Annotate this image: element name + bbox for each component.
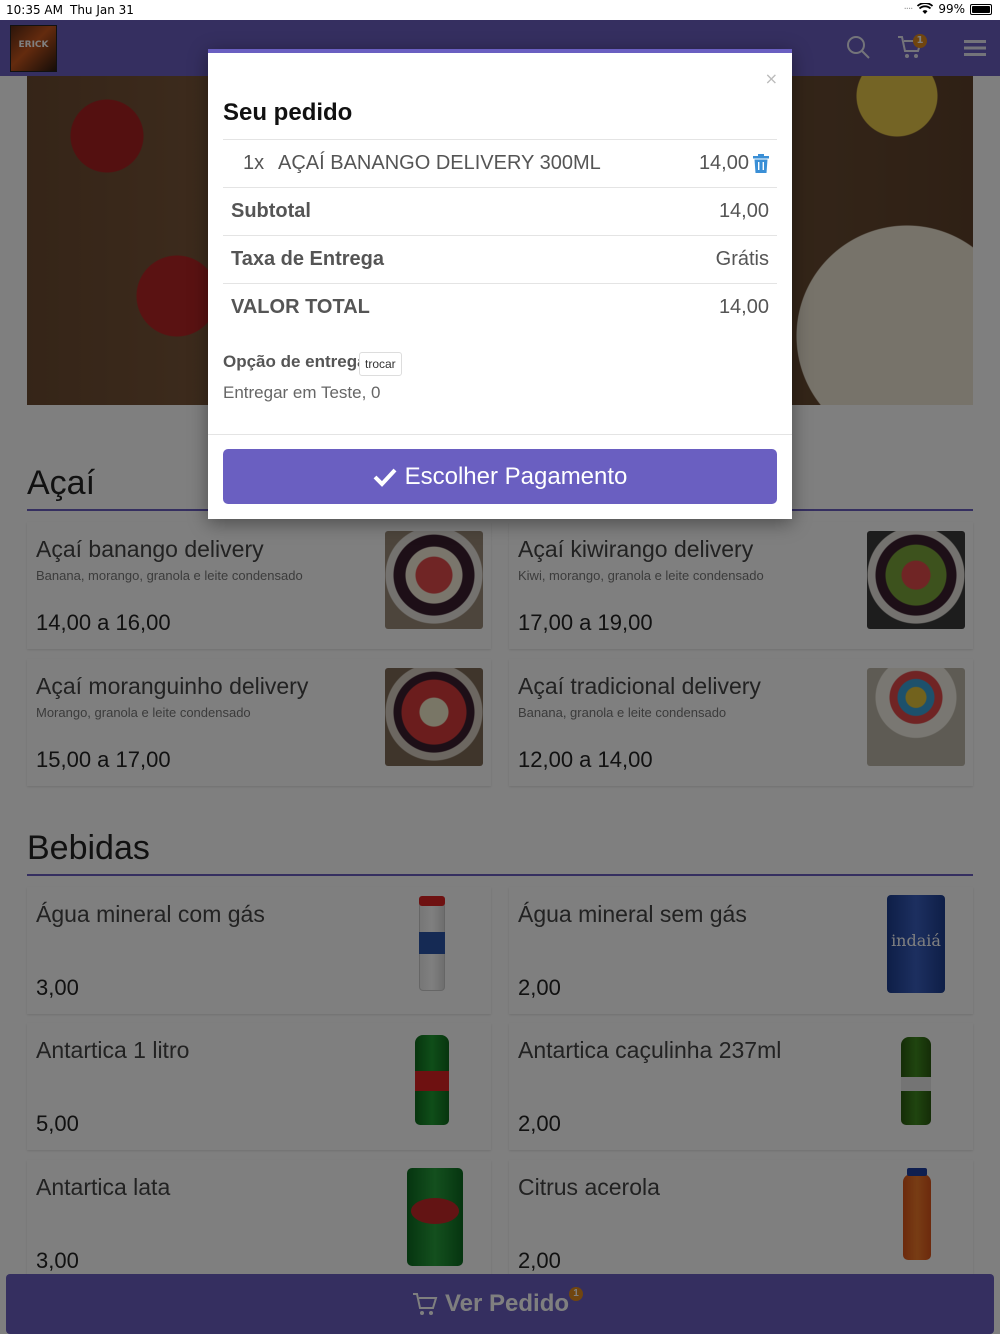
modal-divider	[208, 434, 792, 435]
item-price: 14,00	[698, 152, 749, 174]
total-value: 14,00	[718, 296, 769, 318]
status-right: ···· 99%	[904, 2, 992, 16]
change-delivery-button[interactable]: trocar	[359, 352, 402, 376]
subtotal-row: Subtotal 14,00	[223, 187, 777, 235]
status-bar: 10:35 AM Thu Jan 31 ···· 99%	[0, 0, 1000, 20]
total-row: VALOR TOTAL 14,00	[223, 283, 777, 331]
total-label: VALOR TOTAL	[231, 296, 370, 318]
order-item-row: 1x AÇAÍ BANANGO DELIVERY 300ML 14,00	[223, 139, 777, 187]
battery-icon	[970, 3, 992, 15]
modal-title: Seu pedido	[223, 99, 353, 126]
delivery-fee-value: Grátis	[715, 248, 769, 270]
wifi-icon	[917, 3, 934, 14]
battery-percent: 99%	[938, 2, 965, 16]
delivery-fee-label: Taxa de Entrega	[231, 248, 385, 270]
signal-icon: ····	[903, 3, 914, 15]
choose-payment-label: Escolher Pagamento	[404, 462, 628, 490]
item-name: AÇAÍ BANANGO DELIVERY 300ML	[278, 152, 601, 174]
check-icon	[373, 468, 397, 487]
status-date: Thu Jan 31	[70, 3, 134, 17]
delivery-fee-row: Taxa de Entrega Grátis	[223, 235, 777, 283]
delivery-address: Entregar em Teste, 0	[223, 383, 381, 402]
subtotal-value: 14,00	[718, 200, 769, 222]
subtotal-label: Subtotal	[231, 200, 311, 222]
status-time: 10:35 AM	[6, 3, 63, 17]
close-icon[interactable]: ×	[765, 69, 778, 88]
trash-icon[interactable]	[753, 154, 769, 173]
order-modal: × Seu pedido 1x AÇAÍ BANANGO DELIVERY 30…	[208, 49, 792, 519]
delivery-option-label: Opção de entrega	[223, 352, 367, 371]
choose-payment-button[interactable]: Escolher Pagamento	[223, 449, 777, 504]
item-quantity: 1x	[243, 152, 265, 174]
